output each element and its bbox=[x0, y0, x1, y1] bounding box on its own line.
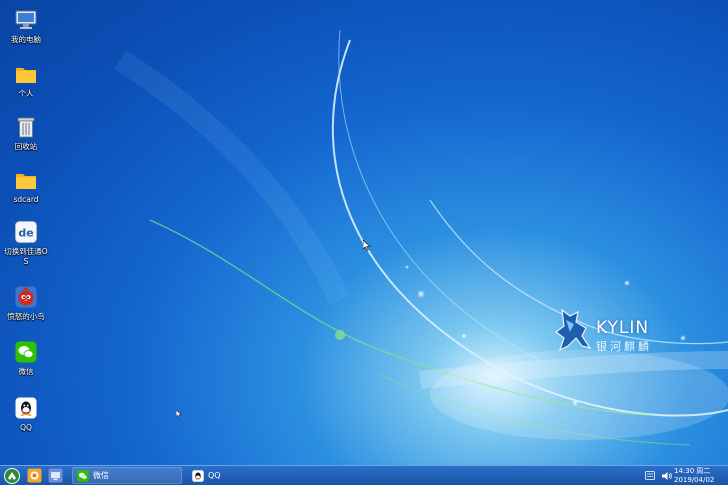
start-menu-button[interactable] bbox=[2, 467, 21, 484]
trash-icon bbox=[14, 115, 38, 139]
keyboard-icon bbox=[645, 471, 655, 480]
desktop-icon-wechat[interactable]: 微信 bbox=[4, 340, 48, 377]
clock-date: 2019/04/02 bbox=[674, 475, 715, 484]
quick-launch-file-manager[interactable] bbox=[25, 467, 44, 484]
desktop-icon-recycle-bin[interactable]: 回收站 bbox=[4, 115, 48, 152]
taskbar-item-label: 微信 bbox=[93, 471, 109, 480]
desktop-icon-label: 回收站 bbox=[14, 142, 38, 151]
mouse-cursor-icon bbox=[176, 410, 182, 418]
kylin-emblem-icon bbox=[555, 308, 592, 352]
kylin-subtitle-text: 银河麒麟 bbox=[596, 340, 652, 353]
qq-icon bbox=[192, 469, 204, 482]
svg-text:de: de bbox=[18, 227, 33, 240]
desktop-icon-label: 我的电脑 bbox=[11, 35, 41, 44]
desktop-icon-qq[interactable]: QQ bbox=[4, 396, 48, 433]
volume-icon bbox=[661, 471, 672, 480]
taskbar-item-qq[interactable]: QQ bbox=[188, 467, 298, 484]
tray-volume-button[interactable] bbox=[660, 467, 672, 484]
clock-time: 14:30 周二 bbox=[674, 467, 711, 475]
taskbar: 微信 QQ 14:30 周二 2019/04/02 bbox=[0, 465, 728, 485]
wechat-icon bbox=[77, 469, 89, 482]
wechat-icon bbox=[14, 340, 38, 364]
kylin-brand-text: KYLIN bbox=[596, 318, 650, 338]
qq-icon bbox=[14, 396, 38, 420]
desktop-icon-switch-os[interactable]: de 切换到佳通OS bbox=[4, 220, 48, 267]
taskbar-item-label: QQ bbox=[208, 471, 221, 480]
mouse-cursor-icon bbox=[363, 240, 371, 251]
folder-icon bbox=[14, 62, 38, 86]
desktop-icon-angry-birds[interactable]: 愤怒的小鸟 bbox=[4, 285, 48, 322]
taskbar-item-wechat[interactable]: 微信 bbox=[72, 467, 182, 484]
kylin-logo: KYLIN 银河麒麟 bbox=[552, 306, 692, 356]
desktop-icon-label: 微信 bbox=[18, 367, 34, 376]
folder-icon bbox=[14, 168, 38, 192]
desktop[interactable]: 我的电脑 个人 回收站 sdcard de 切换到佳通OS 愤怒的小鸟 微信 Q… bbox=[0, 0, 728, 485]
desktop-icon-sdcard[interactable]: sdcard bbox=[4, 168, 48, 205]
desktop-icon-personal[interactable]: 个人 bbox=[4, 62, 48, 99]
computer-icon bbox=[14, 8, 38, 32]
desktop-icon-label: sdcard bbox=[13, 195, 39, 204]
kylin-start-icon bbox=[3, 467, 20, 484]
desktop-icon-label: QQ bbox=[20, 423, 32, 432]
file-manager-icon bbox=[27, 468, 42, 483]
desktop-icon-label: 切换到佳通OS bbox=[4, 247, 48, 266]
angry-birds-icon bbox=[14, 285, 38, 309]
tray-keyboard-button[interactable] bbox=[644, 467, 656, 484]
desktop-icon-label: 个人 bbox=[18, 89, 34, 98]
desktop-icon-label: 愤怒的小鸟 bbox=[7, 312, 45, 321]
quick-launch-show-desktop[interactable] bbox=[46, 467, 65, 484]
show-desktop-icon bbox=[48, 468, 63, 483]
desktop-icon-my-computer[interactable]: 我的电脑 bbox=[4, 8, 48, 45]
switch-os-icon: de bbox=[14, 220, 38, 244]
taskbar-clock[interactable]: 14:30 周二 2019/04/02 bbox=[674, 467, 724, 485]
wallpaper bbox=[114, 29, 728, 446]
